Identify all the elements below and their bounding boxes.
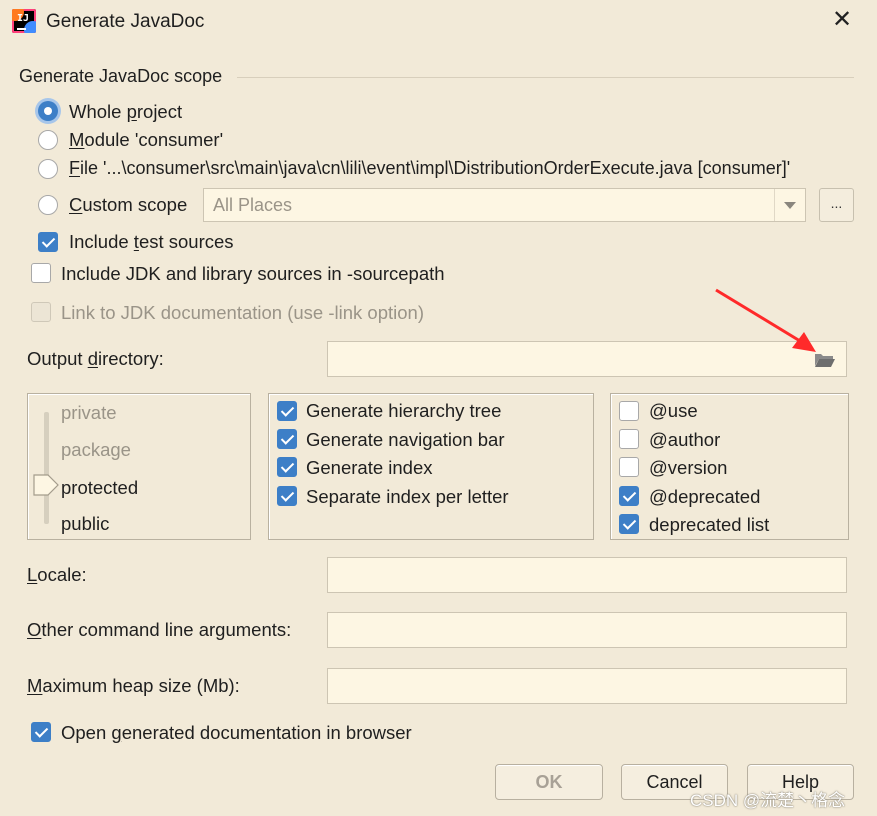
separate-index-checkbox[interactable]: [277, 486, 297, 506]
include-test-checkbox[interactable]: [38, 232, 58, 252]
heap-size-label: Maximum heap size (Mb):: [27, 675, 240, 696]
browse-scope-button[interactable]: ...: [819, 188, 854, 222]
deprecated-tag-label[interactable]: @deprecated: [649, 486, 760, 508]
deprecated-tag-checkbox[interactable]: [619, 486, 639, 506]
link-jdk-checkbox: [31, 302, 51, 322]
visibility-slider-track[interactable]: [44, 412, 49, 524]
include-test-label[interactable]: Include test sources: [69, 231, 234, 253]
visibility-package[interactable]: package: [61, 439, 131, 461]
separate-index-label[interactable]: Separate index per letter: [306, 486, 509, 508]
scope-group-title: Generate JavaDoc scope: [19, 66, 223, 86]
file-radio[interactable]: [38, 159, 58, 179]
file-label[interactable]: File '...\consumer\src\main\java\cn\lili…: [69, 158, 790, 179]
deprecated-list-label[interactable]: deprecated list: [649, 514, 769, 536]
ok-button[interactable]: OK: [495, 764, 603, 800]
heap-size-input[interactable]: [327, 668, 847, 704]
visibility-private[interactable]: private: [61, 402, 117, 424]
deprecated-list-checkbox[interactable]: [619, 514, 639, 534]
window-title: Generate JavaDoc: [46, 11, 205, 32]
custom-scope-label[interactable]: Custom scope: [69, 194, 187, 216]
use-tag-label[interactable]: @use: [649, 400, 698, 422]
open-browser-checkbox[interactable]: [31, 722, 51, 742]
open-browser-label[interactable]: Open generated documentation in browser: [61, 722, 412, 744]
whole-project-radio[interactable]: [38, 101, 58, 121]
tag-options-panel: @use @author @version @deprecated deprec…: [610, 393, 849, 540]
app-logo-icon: IJ: [12, 9, 36, 33]
navigation-bar-checkbox[interactable]: [277, 429, 297, 449]
author-tag-checkbox[interactable]: [619, 429, 639, 449]
author-tag-label[interactable]: @author: [649, 429, 720, 451]
other-args-input[interactable]: [327, 612, 847, 648]
visibility-panel: private package protected public: [27, 393, 251, 540]
whole-project-label[interactable]: Whole project: [69, 101, 182, 123]
visibility-public[interactable]: public: [61, 513, 109, 535]
output-directory-label: Output directory:: [27, 348, 164, 369]
module-radio[interactable]: [38, 130, 58, 150]
navigation-bar-label[interactable]: Generate navigation bar: [306, 429, 505, 451]
generate-index-checkbox[interactable]: [277, 457, 297, 477]
hierarchy-tree-checkbox[interactable]: [277, 401, 297, 421]
custom-scope-combo[interactable]: All Places: [203, 188, 806, 222]
close-icon[interactable]: ✕: [828, 6, 856, 34]
hierarchy-tree-label[interactable]: Generate hierarchy tree: [306, 400, 501, 422]
annotation-arrow: [715, 288, 816, 352]
use-tag-checkbox[interactable]: [619, 401, 639, 421]
csdn-watermark: CSDN @流楚丶格念: [690, 791, 846, 810]
visibility-protected[interactable]: protected: [61, 477, 138, 499]
custom-scope-value: All Places: [213, 195, 293, 215]
version-tag-label[interactable]: @version: [649, 457, 727, 479]
generate-options-panel: Generate hierarchy tree Generate navigat…: [268, 393, 594, 540]
locale-input[interactable]: [327, 557, 847, 593]
locale-label: Locale:: [27, 564, 87, 585]
group-divider: [237, 77, 854, 78]
chevron-down-icon[interactable]: [774, 189, 805, 221]
include-jdk-label[interactable]: Include JDK and library sources in -sour…: [61, 263, 445, 285]
custom-scope-radio[interactable]: [38, 195, 58, 215]
generate-index-label[interactable]: Generate index: [306, 457, 433, 479]
version-tag-checkbox[interactable]: [619, 457, 639, 477]
module-label[interactable]: Module 'consumer': [69, 129, 223, 151]
other-args-label: Other command line arguments:: [27, 619, 292, 640]
include-jdk-checkbox[interactable]: [31, 263, 51, 283]
link-jdk-label: Link to JDK documentation (use -link opt…: [61, 302, 424, 323]
visibility-slider-thumb[interactable]: [33, 474, 59, 496]
